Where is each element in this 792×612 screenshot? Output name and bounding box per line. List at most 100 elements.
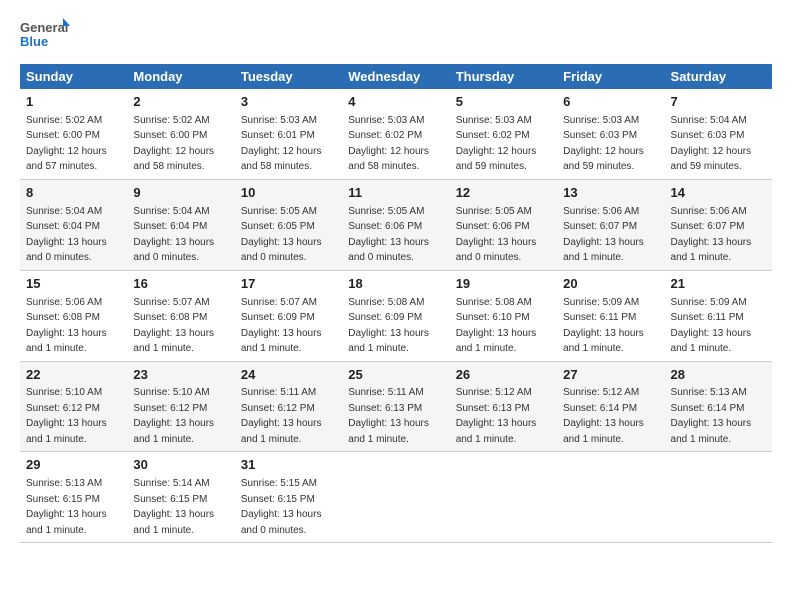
day-number: 1 xyxy=(26,93,121,112)
calendar-cell: 1 Sunrise: 5:02 AM Sunset: 6:00 PM Daylig… xyxy=(20,89,127,179)
day-number: 18 xyxy=(348,275,443,294)
calendar-cell: 3 Sunrise: 5:03 AM Sunset: 6:01 PM Daylig… xyxy=(235,89,342,179)
calendar-week-row: 29 Sunrise: 5:13 AM Sunset: 6:15 PM Dayli… xyxy=(20,452,772,543)
day-number: 22 xyxy=(26,366,121,385)
day-number: 14 xyxy=(671,184,766,203)
calendar-cell: 31Sunrise: 5:15 AM Sunset: 6:15 PM Dayli… xyxy=(235,452,342,543)
day-header-monday: Monday xyxy=(127,64,234,89)
day-info: Sunrise: 5:14 AM Sunset: 6:15 PM Dayligh… xyxy=(133,478,214,536)
day-number: 30 xyxy=(133,456,228,475)
day-info: Sunrise: 5:03 AM Sunset: 6:02 PM Dayligh… xyxy=(348,115,429,173)
calendar-cell: 2 Sunrise: 5:02 AM Sunset: 6:00 PM Daylig… xyxy=(127,89,234,179)
day-info: Sunrise: 5:04 AM Sunset: 6:03 PM Dayligh… xyxy=(671,115,752,173)
calendar-cell: 22 Sunrise: 5:10 AM Sunset: 6:12 PM Dayli… xyxy=(20,361,127,452)
day-number: 4 xyxy=(348,93,443,112)
day-info: Sunrise: 5:06 AM Sunset: 6:07 PM Dayligh… xyxy=(671,206,752,264)
day-info: Sunrise: 5:12 AM Sunset: 6:13 PM Dayligh… xyxy=(456,387,537,445)
calendar-header-row: SundayMondayTuesdayWednesdayThursdayFrid… xyxy=(20,64,772,89)
calendar-cell: 9Sunrise: 5:04 AM Sunset: 6:04 PM Daylig… xyxy=(127,179,234,270)
calendar-table: SundayMondayTuesdayWednesdayThursdayFrid… xyxy=(20,64,772,543)
day-number: 16 xyxy=(133,275,228,294)
calendar-cell xyxy=(665,452,772,543)
calendar-cell: 27 Sunrise: 5:12 AM Sunset: 6:14 PM Dayli… xyxy=(557,361,664,452)
day-number: 20 xyxy=(563,275,658,294)
calendar-cell: 14 Sunrise: 5:06 AM Sunset: 6:07 PM Dayli… xyxy=(665,179,772,270)
day-number: 12 xyxy=(456,184,551,203)
day-info: Sunrise: 5:02 AM Sunset: 6:00 PM Dayligh… xyxy=(133,115,214,173)
day-number: 7 xyxy=(671,93,766,112)
calendar-cell: 20Sunrise: 5:09 AM Sunset: 6:11 PM Dayli… xyxy=(557,270,664,361)
calendar-cell: 4 Sunrise: 5:03 AM Sunset: 6:02 PM Daylig… xyxy=(342,89,449,179)
day-number: 8 xyxy=(26,184,121,203)
day-info: Sunrise: 5:13 AM Sunset: 6:14 PM Dayligh… xyxy=(671,387,752,445)
day-number: 10 xyxy=(241,184,336,203)
day-number: 29 xyxy=(26,456,121,475)
header: General Blue xyxy=(20,16,772,54)
calendar-cell: 18 Sunrise: 5:08 AM Sunset: 6:09 PM Dayli… xyxy=(342,270,449,361)
calendar-cell: 30 Sunrise: 5:14 AM Sunset: 6:15 PM Dayli… xyxy=(127,452,234,543)
day-info: Sunrise: 5:10 AM Sunset: 6:12 PM Dayligh… xyxy=(133,387,214,445)
day-number: 17 xyxy=(241,275,336,294)
calendar-cell xyxy=(450,452,557,543)
day-number: 27 xyxy=(563,366,658,385)
calendar-cell: 24Sunrise: 5:11 AM Sunset: 6:12 PM Dayli… xyxy=(235,361,342,452)
day-info: Sunrise: 5:05 AM Sunset: 6:06 PM Dayligh… xyxy=(348,206,429,264)
day-number: 11 xyxy=(348,184,443,203)
day-info: Sunrise: 5:08 AM Sunset: 6:09 PM Dayligh… xyxy=(348,297,429,355)
calendar-cell xyxy=(557,452,664,543)
day-number: 26 xyxy=(456,366,551,385)
day-number: 28 xyxy=(671,366,766,385)
day-info: Sunrise: 5:05 AM Sunset: 6:06 PM Dayligh… xyxy=(456,206,537,264)
calendar-cell: 5 Sunrise: 5:03 AM Sunset: 6:02 PM Daylig… xyxy=(450,89,557,179)
calendar-cell: 28 Sunrise: 5:13 AM Sunset: 6:14 PM Dayli… xyxy=(665,361,772,452)
logo-svg: General Blue xyxy=(20,16,70,54)
calendar-cell: 21 Sunrise: 5:09 AM Sunset: 6:11 PM Dayli… xyxy=(665,270,772,361)
day-number: 5 xyxy=(456,93,551,112)
calendar-cell xyxy=(342,452,449,543)
day-info: Sunrise: 5:10 AM Sunset: 6:12 PM Dayligh… xyxy=(26,387,107,445)
day-number: 23 xyxy=(133,366,228,385)
day-info: Sunrise: 5:07 AM Sunset: 6:09 PM Dayligh… xyxy=(241,297,322,355)
day-header-friday: Friday xyxy=(557,64,664,89)
calendar-week-row: 15Sunrise: 5:06 AM Sunset: 6:08 PM Dayli… xyxy=(20,270,772,361)
logo: General Blue xyxy=(20,16,70,54)
day-header-sunday: Sunday xyxy=(20,64,127,89)
calendar-week-row: 22 Sunrise: 5:10 AM Sunset: 6:12 PM Dayli… xyxy=(20,361,772,452)
day-info: Sunrise: 5:12 AM Sunset: 6:14 PM Dayligh… xyxy=(563,387,644,445)
calendar-cell: 15Sunrise: 5:06 AM Sunset: 6:08 PM Dayli… xyxy=(20,270,127,361)
day-number: 13 xyxy=(563,184,658,203)
calendar-cell: 23 Sunrise: 5:10 AM Sunset: 6:12 PM Dayli… xyxy=(127,361,234,452)
day-number: 19 xyxy=(456,275,551,294)
day-info: Sunrise: 5:13 AM Sunset: 6:15 PM Dayligh… xyxy=(26,478,107,536)
day-number: 15 xyxy=(26,275,121,294)
day-header-wednesday: Wednesday xyxy=(342,64,449,89)
day-number: 24 xyxy=(241,366,336,385)
calendar-cell: 16 Sunrise: 5:07 AM Sunset: 6:08 PM Dayli… xyxy=(127,270,234,361)
day-number: 6 xyxy=(563,93,658,112)
calendar-cell: 25Sunrise: 5:11 AM Sunset: 6:13 PM Dayli… xyxy=(342,361,449,452)
day-info: Sunrise: 5:09 AM Sunset: 6:11 PM Dayligh… xyxy=(671,297,752,355)
day-info: Sunrise: 5:03 AM Sunset: 6:01 PM Dayligh… xyxy=(241,115,322,173)
calendar-cell: 12 Sunrise: 5:05 AM Sunset: 6:06 PM Dayli… xyxy=(450,179,557,270)
calendar-cell: 29 Sunrise: 5:13 AM Sunset: 6:15 PM Dayli… xyxy=(20,452,127,543)
calendar-cell: 7 Sunrise: 5:04 AM Sunset: 6:03 PM Daylig… xyxy=(665,89,772,179)
calendar-cell: 11 Sunrise: 5:05 AM Sunset: 6:06 PM Dayli… xyxy=(342,179,449,270)
day-number: 21 xyxy=(671,275,766,294)
day-info: Sunrise: 5:05 AM Sunset: 6:05 PM Dayligh… xyxy=(241,206,322,264)
day-number: 9 xyxy=(133,184,228,203)
calendar-cell: 8Sunrise: 5:04 AM Sunset: 6:04 PM Daylig… xyxy=(20,179,127,270)
day-info: Sunrise: 5:02 AM Sunset: 6:00 PM Dayligh… xyxy=(26,115,107,173)
day-number: 3 xyxy=(241,93,336,112)
calendar-cell: 13Sunrise: 5:06 AM Sunset: 6:07 PM Dayli… xyxy=(557,179,664,270)
day-info: Sunrise: 5:03 AM Sunset: 6:02 PM Dayligh… xyxy=(456,115,537,173)
day-number: 2 xyxy=(133,93,228,112)
calendar-cell: 17 Sunrise: 5:07 AM Sunset: 6:09 PM Dayli… xyxy=(235,270,342,361)
svg-text:Blue: Blue xyxy=(20,34,48,49)
svg-text:General: General xyxy=(20,20,68,35)
day-info: Sunrise: 5:07 AM Sunset: 6:08 PM Dayligh… xyxy=(133,297,214,355)
day-header-tuesday: Tuesday xyxy=(235,64,342,89)
day-info: Sunrise: 5:08 AM Sunset: 6:10 PM Dayligh… xyxy=(456,297,537,355)
calendar-week-row: 1 Sunrise: 5:02 AM Sunset: 6:00 PM Daylig… xyxy=(20,89,772,179)
calendar-cell: 19 Sunrise: 5:08 AM Sunset: 6:10 PM Dayli… xyxy=(450,270,557,361)
day-number: 31 xyxy=(241,456,336,475)
